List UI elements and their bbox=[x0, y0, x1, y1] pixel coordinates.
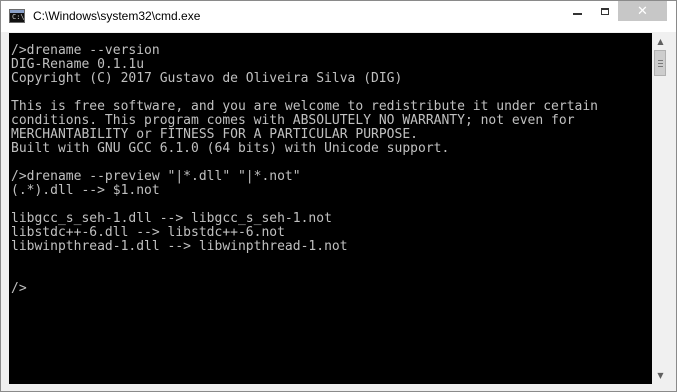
console-line: This is free software, and you are welco… bbox=[11, 99, 598, 114]
console-line: /> bbox=[11, 281, 27, 296]
window-title: C:\Windows\system32\cmd.exe bbox=[33, 9, 201, 23]
title-bar[interactable]: C:\ C:\Windows\system32\cmd.exe ✕ bbox=[1, 1, 676, 32]
console-line: />drename --version bbox=[11, 43, 160, 58]
console-line: DIG-Rename 0.1.1u bbox=[11, 57, 145, 72]
maximize-icon bbox=[600, 7, 609, 15]
scroll-up-button[interactable]: ▲ bbox=[652, 33, 669, 50]
maximize-button[interactable] bbox=[591, 1, 618, 21]
console-line: libstdc++-6.dll --> libstdc++-6.not bbox=[11, 225, 285, 240]
minimize-icon bbox=[573, 13, 582, 15]
console-line: MERCHANTABILITY or FITNESS FOR A PARTICU… bbox=[11, 127, 418, 142]
console-line: Built with GNU GCC 6.1.0 (64 bits) with … bbox=[11, 141, 450, 156]
console-text: />drename --version DIG-Rename 0.1.1u Copy… bbox=[11, 44, 598, 296]
vertical-scrollbar[interactable]: ▲ ▼ bbox=[652, 33, 669, 384]
cmd-icon[interactable]: C:\ bbox=[9, 9, 25, 23]
icon-prompt-glyph: C:\ bbox=[12, 13, 25, 21]
grip-line bbox=[658, 60, 663, 61]
console-line: libwinpthread-1.dll --> libwinpthread-1.… bbox=[11, 239, 348, 254]
console-line: />drename --preview "|*.dll" "|*.not" bbox=[11, 169, 301, 184]
console-line: conditions. This program comes with ABSO… bbox=[11, 113, 575, 128]
arrow-down-icon: ▼ bbox=[657, 371, 664, 380]
scroll-down-button[interactable]: ▼ bbox=[652, 367, 669, 384]
console-line: libgcc_s_seh-1.dll --> libgcc_s_seh-1.no… bbox=[11, 211, 332, 226]
grip-line bbox=[658, 63, 663, 64]
scroll-thumb[interactable] bbox=[654, 50, 666, 76]
arrow-up-icon: ▲ bbox=[657, 37, 664, 46]
console-line: Copyright (C) 2017 Gustavo de Oliveira S… bbox=[11, 71, 403, 86]
console-output[interactable]: />drename --version DIG-Rename 0.1.1u Copy… bbox=[9, 33, 652, 384]
close-icon: ✕ bbox=[637, 3, 648, 19]
cmd-window: C:\ C:\Windows\system32\cmd.exe ✕ />dren… bbox=[0, 0, 677, 392]
close-button[interactable]: ✕ bbox=[618, 1, 667, 21]
console-line: (.*).dll --> $1.not bbox=[11, 183, 160, 198]
grip-line bbox=[658, 66, 663, 67]
minimize-button[interactable] bbox=[564, 1, 591, 21]
